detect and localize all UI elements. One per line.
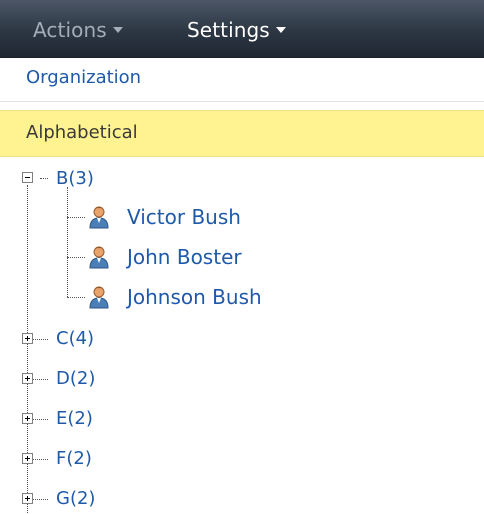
view-organization-link[interactable]: Organization [26, 67, 141, 88]
plus-box-icon[interactable] [22, 493, 33, 504]
person-icon [89, 246, 109, 269]
view-alphabetical-label[interactable]: Alphabetical [26, 122, 138, 143]
person-icon [89, 206, 109, 229]
chevron-down-icon [112, 26, 123, 33]
plus-box-icon[interactable] [22, 333, 33, 344]
plus-box-icon[interactable] [22, 453, 33, 464]
group-label-d[interactable]: D(2) [56, 368, 95, 389]
tree-connector [33, 419, 48, 420]
toolbar: Actions Settings [0, 0, 484, 58]
person-link-john-boster[interactable]: John Boster [127, 245, 242, 269]
settings-menu-label: Settings [187, 18, 270, 42]
plus-box-icon[interactable] [22, 373, 33, 384]
view-organization-row: Organization [0, 58, 484, 102]
tree-connector [33, 339, 48, 340]
group-label-c[interactable]: C(4) [56, 328, 94, 349]
actions-menu-label: Actions [33, 18, 107, 42]
tree-connector [33, 499, 48, 500]
person-icon [89, 286, 109, 309]
tree-connector [67, 257, 85, 258]
people-tree: B(3) Victor Bush John Boster Johnson Bus… [0, 160, 484, 514]
group-label-b[interactable]: B(3) [56, 168, 94, 189]
group-label-g[interactable]: G(2) [56, 488, 95, 509]
people-directory-panel: Actions Settings Organization Alphabetic… [0, 0, 484, 514]
tree-connector [67, 217, 85, 218]
settings-menu[interactable]: Settings [187, 16, 286, 44]
tree-connector [33, 459, 48, 460]
chevron-down-icon [275, 26, 286, 33]
tree-connector [67, 297, 85, 298]
group-label-f[interactable]: F(2) [56, 448, 92, 469]
minus-box-icon[interactable] [22, 172, 33, 183]
plus-box-icon[interactable] [22, 413, 33, 424]
tree-trunk-line [27, 185, 28, 514]
group-label-e[interactable]: E(2) [56, 408, 93, 429]
tree-connector [40, 178, 48, 179]
tree-connector [33, 379, 48, 380]
person-link-victor-bush[interactable]: Victor Bush [127, 205, 241, 229]
person-link-johnson-bush[interactable]: Johnson Bush [127, 285, 262, 309]
view-alphabetical-row: Alphabetical [0, 110, 484, 157]
actions-menu[interactable]: Actions [33, 16, 123, 44]
tree-branch-line [67, 187, 68, 297]
